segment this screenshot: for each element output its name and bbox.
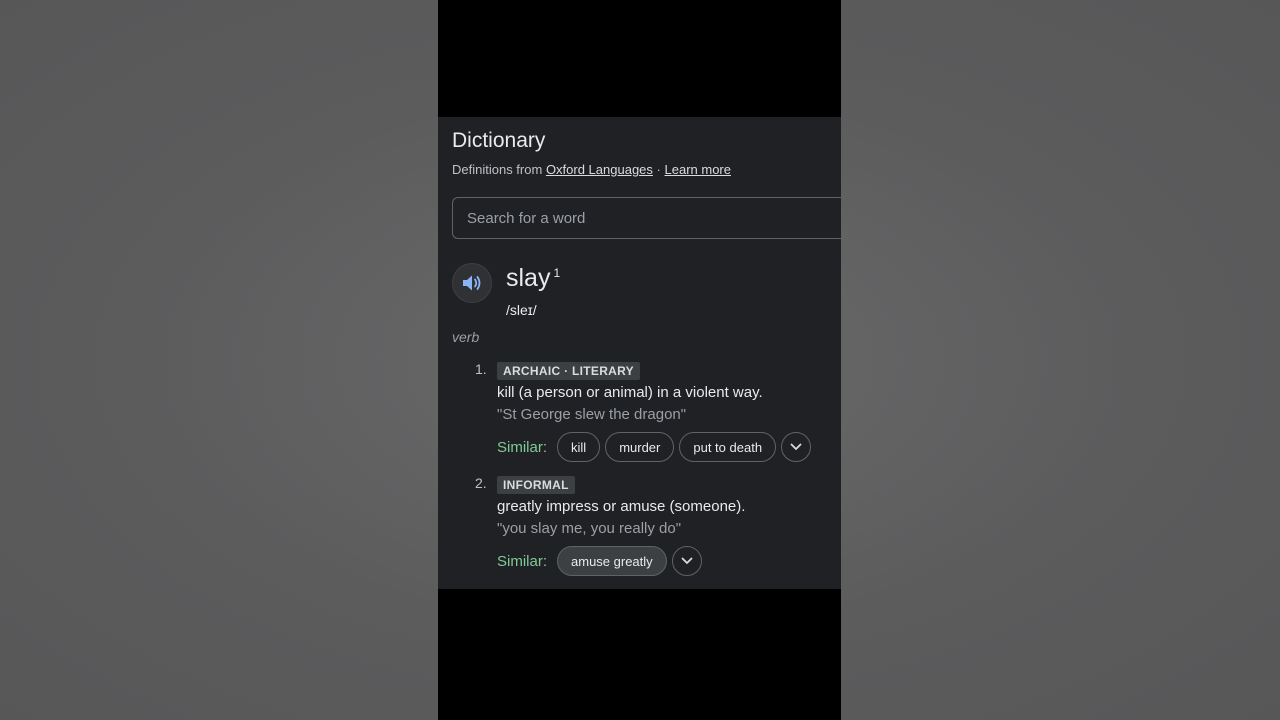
similar-words-row: Similar: amuse greatly [497, 545, 702, 577]
usage-label: ARCHAIC · LITERARY [497, 362, 640, 380]
definition-number: 1. [475, 361, 487, 377]
definition-number: 2. [475, 475, 487, 491]
similar-words-row: Similar: kill murder put to death [497, 431, 812, 463]
similar-label: Similar: [497, 438, 548, 456]
oxford-languages-link[interactable]: Oxford Languages [546, 162, 653, 177]
similar-chip-kill[interactable]: kill [557, 432, 601, 462]
search-word-input[interactable] [452, 197, 841, 239]
definition-text: kill (a person or animal) in a violent w… [497, 384, 763, 401]
dictionary-card: Dictionary Definitions from Oxford Langu… [438, 117, 841, 589]
similar-chip-murder[interactable]: murder [605, 432, 675, 462]
similar-chip-amuse-greatly[interactable]: amuse greatly [557, 546, 667, 576]
chevron-down-icon [681, 557, 693, 564]
source-separator: · [656, 162, 661, 177]
pronunciation-audio-button[interactable] [452, 263, 492, 303]
similar-label: Similar: [497, 552, 548, 570]
expand-similar-button[interactable] [671, 546, 702, 576]
card-title: Dictionary [452, 129, 546, 152]
headword-text: slay [506, 264, 551, 292]
definitions-from-text: Definitions from [452, 162, 543, 177]
learn-more-link[interactable]: Learn more [665, 162, 731, 177]
chevron-down-icon [790, 443, 802, 450]
source-line: Definitions from Oxford Languages · Lear… [452, 162, 731, 177]
example-sentence: "St George slew the dragon" [497, 406, 687, 423]
phonetic-transcription: /sleɪ/ [506, 302, 537, 318]
speaker-icon [463, 275, 481, 291]
usage-label: INFORMAL [497, 476, 575, 494]
headword: slay 1 [506, 264, 561, 293]
example-sentence: "you slay me, you really do" [497, 520, 682, 537]
part-of-speech: verb [452, 329, 480, 345]
expand-similar-button[interactable] [781, 432, 812, 462]
homograph-number: 1 [553, 266, 561, 280]
similar-chip-put-to-death[interactable]: put to death [679, 432, 777, 462]
definition-text: greatly impress or amuse (someone). [497, 498, 746, 515]
video-frame: Dictionary Definitions from Oxford Langu… [438, 0, 841, 720]
